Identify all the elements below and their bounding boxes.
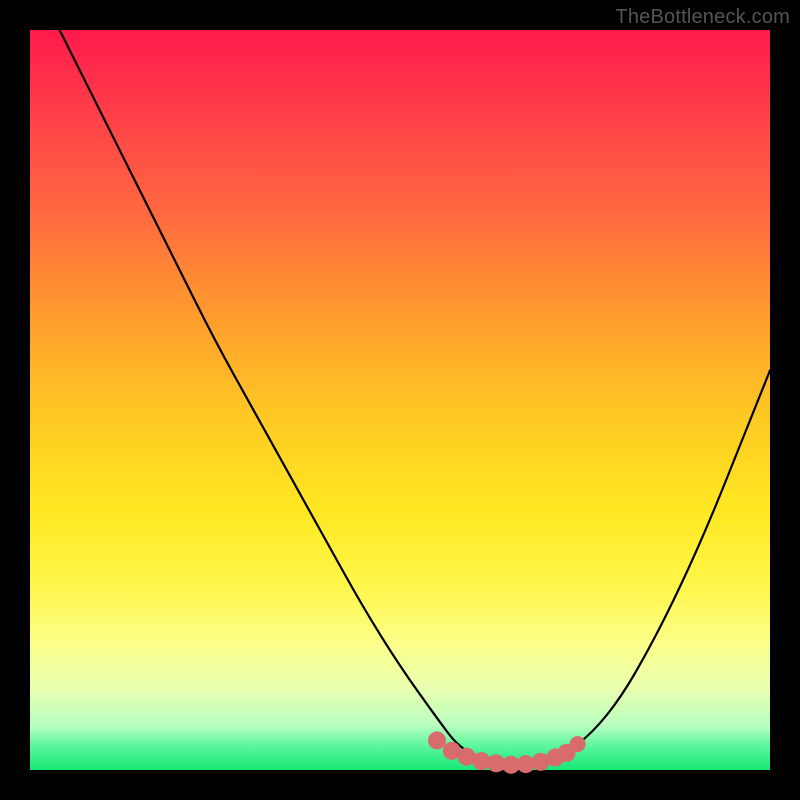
optimal-marker (428, 731, 446, 749)
optimal-marker (570, 736, 586, 752)
bottleneck-curve-svg (30, 30, 770, 770)
bottleneck-curve-path (60, 30, 770, 765)
chart-frame: TheBottleneck.com (0, 0, 800, 800)
plot-area (30, 30, 770, 770)
watermark-text: TheBottleneck.com (615, 6, 790, 29)
